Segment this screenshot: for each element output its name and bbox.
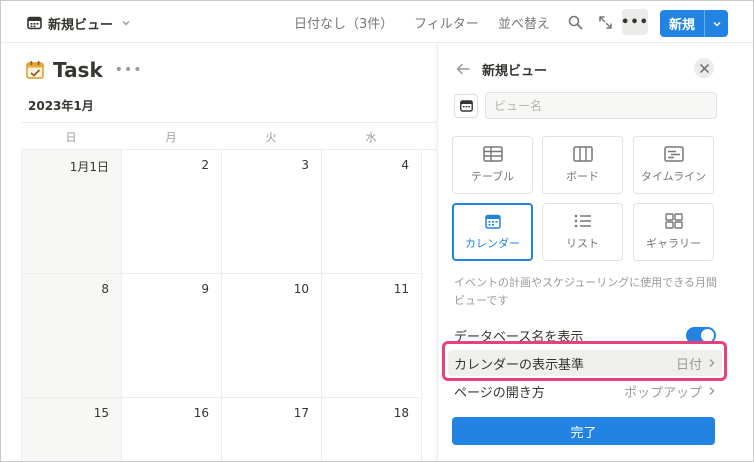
calendar-day[interactable]: 8 xyxy=(21,274,122,398)
month-label: 2023年1月 xyxy=(28,99,94,113)
calendar-day[interactable]: 18 xyxy=(322,398,422,461)
chevron-down-icon xyxy=(712,21,721,27)
search-icon xyxy=(568,15,582,29)
app-window: 新規ビュー 日付なし（3件） フィルター 並べ替え ••• 新規 Task ••… xyxy=(0,0,754,462)
calendar-by-label: カレンダーの表示基準 xyxy=(454,357,585,373)
new-dropdown-toggle[interactable] xyxy=(705,19,728,29)
calendar-day[interactable]: 17 xyxy=(222,398,322,461)
calendar-by-value: 日付 xyxy=(675,357,702,373)
open-pages-row[interactable]: ページの開き方 ポップアップ xyxy=(454,378,716,404)
show-database-name-toggle[interactable] xyxy=(686,326,716,344)
calendar-day[interactable]: 1月1日 xyxy=(21,150,122,274)
view-toolbar: 新規ビュー 日付なし（3件） フィルター 並べ替え ••• 新規 xyxy=(1,1,753,43)
layout-option-label: テーブル xyxy=(470,170,515,183)
calendar-day[interactable]: 4 xyxy=(322,150,422,274)
weekday-header: 日 月 火 水 xyxy=(21,122,437,150)
done-button[interactable]: 完了 xyxy=(452,417,715,445)
day-number: 2 xyxy=(201,158,209,172)
weekday-mon: 月 xyxy=(165,131,177,144)
day-number: 17 xyxy=(293,406,309,420)
arrow-left-icon xyxy=(456,63,470,74)
view-switcher-label: 新規ビュー xyxy=(48,17,114,33)
layout-option-timeline[interactable]: タイムライン xyxy=(633,136,714,194)
close-icon xyxy=(699,63,709,73)
calendar-day[interactable]: 11 xyxy=(322,274,422,398)
calendar-day[interactable]: 16 xyxy=(122,398,222,461)
calendar-grid: 日 月 火 水 1月1日 2 3 4 8 9 10 11 15 16 17 18 xyxy=(21,122,437,461)
more-icon: ••• xyxy=(621,14,649,30)
sort-button[interactable]: 並べ替え xyxy=(498,13,550,32)
page-title: Task xyxy=(53,58,103,82)
back-button[interactable] xyxy=(456,60,470,79)
no-date-button[interactable]: 日付なし（3件） xyxy=(294,13,393,32)
day-number: 4 xyxy=(401,158,409,172)
chevron-right-icon xyxy=(709,387,715,395)
calendar-icon xyxy=(459,100,473,112)
day-number: 11 xyxy=(393,282,409,296)
layout-option-list[interactable]: リスト xyxy=(542,203,623,261)
day-number: 10 xyxy=(293,282,309,296)
timeline-icon xyxy=(663,146,684,162)
layout-option-table[interactable]: テーブル xyxy=(452,136,533,194)
table-icon xyxy=(482,146,503,162)
layout-option-calendar[interactable]: カレンダー xyxy=(452,203,533,261)
new-view-panel: 新規ビュー テーブル ボード タイムライン xyxy=(437,44,753,461)
list-icon xyxy=(574,214,591,228)
day-number: 16 xyxy=(193,406,209,420)
show-database-name-row[interactable]: データベース名を表示 xyxy=(454,322,716,348)
open-pages-label: ページの開き方 xyxy=(454,385,545,401)
expand-icon xyxy=(598,15,612,29)
layout-option-board[interactable]: ボード xyxy=(542,136,623,194)
layout-description: イベントの計画やスケジューリングに使用できる月間ビューです xyxy=(454,276,718,307)
calendar-icon xyxy=(484,214,501,229)
weekday-wed: 水 xyxy=(365,131,377,144)
new-button[interactable]: 新規 xyxy=(660,10,728,37)
open-pages-value: ポップアップ xyxy=(623,385,702,401)
calendar-by-row[interactable]: カレンダーの表示基準 日付 xyxy=(448,350,722,376)
day-number: 9 xyxy=(201,282,209,296)
day-number: 1月1日 xyxy=(69,160,109,174)
calendar-day[interactable]: 9 xyxy=(122,274,222,398)
close-button[interactable] xyxy=(694,58,714,78)
layout-option-label: タイムライン xyxy=(640,170,707,183)
layout-option-label: リスト xyxy=(566,237,599,250)
view-name-input[interactable] xyxy=(485,92,717,119)
calendar-day[interactable]: 15 xyxy=(21,398,122,461)
calendar-view-icon xyxy=(27,16,42,30)
expand-button[interactable] xyxy=(594,11,616,33)
calendar-day[interactable]: 3 xyxy=(222,150,322,274)
chevron-down-icon xyxy=(122,21,130,26)
layout-option-label: ギャラリー xyxy=(646,237,701,250)
view-icon-picker[interactable] xyxy=(454,94,478,118)
calendar-day[interactable]: 2 xyxy=(122,150,222,274)
gallery-icon xyxy=(664,213,683,229)
weekday-tue: 火 xyxy=(265,131,277,144)
layout-option-gallery[interactable]: ギャラリー xyxy=(633,203,714,261)
panel-title: 新規ビュー xyxy=(482,63,548,79)
search-button[interactable] xyxy=(564,11,586,33)
page-more-button[interactable]: ••• xyxy=(115,62,143,78)
day-number: 18 xyxy=(393,406,409,420)
layout-option-label: カレンダー xyxy=(465,236,520,250)
weekday-sun: 日 xyxy=(65,131,77,144)
page-header: Task ••• xyxy=(25,57,143,83)
new-button-label: 新規 xyxy=(668,18,695,33)
calendar-emoji-icon xyxy=(26,61,44,79)
day-number: 15 xyxy=(93,406,109,420)
day-number: 8 xyxy=(101,282,109,296)
day-number: 3 xyxy=(301,158,309,172)
calendar-day[interactable]: 10 xyxy=(222,274,322,398)
view-switcher[interactable]: 新規ビュー xyxy=(27,13,131,33)
filter-button[interactable]: フィルター xyxy=(414,13,479,32)
layout-option-label: ボード xyxy=(566,170,599,183)
more-options-button[interactable]: ••• xyxy=(621,9,649,35)
panel-header: 新規ビュー xyxy=(456,59,547,79)
board-icon xyxy=(572,146,593,162)
show-database-name-label: データベース名を表示 xyxy=(454,329,584,345)
chevron-right-icon xyxy=(709,359,715,367)
